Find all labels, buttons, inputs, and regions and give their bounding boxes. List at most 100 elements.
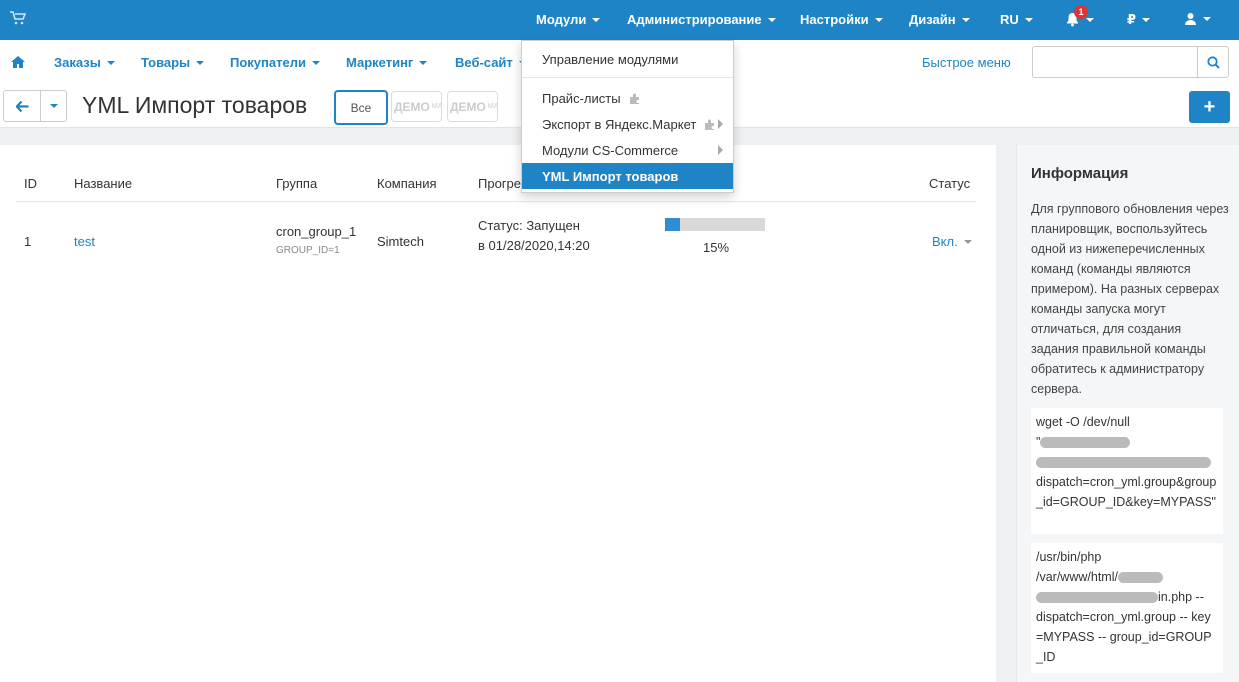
currency-selector[interactable]: ₽ <box>1127 12 1151 28</box>
top-bar: Модули Администрирование Настройки Дизай… <box>0 0 1239 40</box>
top-menu-design-label: Дизайн <box>909 12 956 27</box>
top-menu-modules[interactable]: Модули <box>536 12 601 27</box>
redacted-url <box>1040 437 1131 449</box>
chevron-down-icon <box>963 239 972 244</box>
menu-item-yml-import[interactable]: YML Импорт товаров <box>522 163 733 189</box>
tab-demo-2-suffix: МА <box>487 103 498 110</box>
menu-item-price-lists-label: Прайс-листы <box>542 90 621 106</box>
row-group-id: GROUP_ID=1 <box>276 245 340 256</box>
nav-marketing-label: Маркетинг <box>346 55 414 70</box>
back-button[interactable] <box>3 90 41 122</box>
tab-demo-1[interactable]: ДЕМО МА <box>391 91 442 122</box>
redacted-path <box>1117 572 1163 584</box>
puzzle-icon <box>705 119 715 130</box>
search-icon <box>1206 55 1220 69</box>
quick-menu-link[interactable]: Быстрое меню <box>922 55 1011 70</box>
menu-divider <box>522 77 733 78</box>
redacted-path <box>1036 592 1158 604</box>
notifications-button[interactable]: 1 <box>1065 5 1094 27</box>
chevron-down-icon <box>196 60 205 65</box>
back-dropdown-button[interactable] <box>40 90 67 122</box>
column-header-id: ID <box>24 176 37 191</box>
row-group: cron_group_1 <box>276 224 357 239</box>
menu-item-cs-commerce-label: Модули CS-Commerce <box>542 142 679 158</box>
command-line: dispatch=cron_yml.group&group_id=GROUP_I… <box>1036 475 1217 509</box>
tab-demo-1-suffix: МА <box>431 103 442 110</box>
puzzle-icon <box>629 93 639 104</box>
chevron-down-icon <box>1203 16 1211 21</box>
info-sidebar: Информация Для группового обновления чер… <box>1016 145 1239 682</box>
table-divider <box>16 201 976 202</box>
top-menu-administration-label: Администрирование <box>627 12 762 27</box>
plus-icon: + <box>1203 95 1216 118</box>
command-line: wget -O /dev/null <box>1036 415 1130 429</box>
row-company: Simtech <box>377 234 424 249</box>
user-icon <box>1185 13 1196 25</box>
chevron-down-icon <box>592 17 601 22</box>
command-script: in.php -- <box>1158 590 1204 604</box>
chevron-down-icon <box>419 60 428 65</box>
nav-orders[interactable]: Заказы <box>54 55 115 70</box>
command-path: /var/www/html/ <box>1036 570 1118 584</box>
status-dropdown[interactable]: Вкл. <box>932 234 972 249</box>
tab-demo-2[interactable]: ДЕМО МА <box>447 91 498 122</box>
nav-orders-label: Заказы <box>54 55 101 70</box>
row-name-link[interactable]: test <box>74 234 95 249</box>
language-selector[interactable]: RU <box>1000 12 1033 27</box>
menu-item-price-lists[interactable]: Прайс-листы <box>522 85 733 111</box>
search-button[interactable] <box>1197 46 1229 78</box>
column-header-name: Название <box>74 176 133 191</box>
cart-icon[interactable] <box>10 11 26 25</box>
tab-demo-1-label: ДЕМО <box>394 99 430 114</box>
status-dropdown-label: Вкл. <box>932 234 958 249</box>
chevron-down-icon <box>106 60 115 65</box>
language-label: RU <box>1000 12 1019 27</box>
nav-website-label: Веб-сайт <box>455 55 513 70</box>
nav-products[interactable]: Товары <box>141 55 205 70</box>
command-block-wget[interactable]: wget -O /dev/null " dispatch=cron_yml.gr… <box>1031 408 1223 534</box>
chevron-down-icon <box>1024 17 1033 22</box>
chevron-down-icon <box>1142 18 1151 22</box>
chevron-down-icon <box>961 17 970 22</box>
column-header-company: Компания <box>377 176 437 191</box>
command-line: /var/www/html/ <box>1036 567 1218 587</box>
menu-item-cs-commerce-modules[interactable]: Модули CS-Commerce <box>522 137 733 163</box>
progress-bar <box>665 218 765 231</box>
redacted-url <box>1036 457 1211 469</box>
chevron-right-icon <box>718 119 723 129</box>
chevron-down-icon <box>311 60 320 65</box>
modules-dropdown-menu: Управление модулями Прайс-листы Экспорт … <box>521 40 734 193</box>
search-input[interactable] <box>1032 46 1198 78</box>
column-header-status: Статус <box>929 176 971 191</box>
nav-products-label: Товары <box>141 55 191 70</box>
progress-label: 15% <box>703 240 730 255</box>
top-menu-modules-label: Модули <box>536 12 587 27</box>
user-menu[interactable] <box>1184 12 1211 25</box>
row-status-text: Статус: Запущен <box>478 218 580 233</box>
sidebar-text: Для группового обновления через планиров… <box>1031 202 1229 396</box>
currency-label: ₽ <box>1127 12 1137 27</box>
menu-item-yandex-export[interactable]: Экспорт в Яндекс.Маркет <box>522 111 733 137</box>
menu-item-manage-modules[interactable]: Управление модулями <box>522 46 733 72</box>
chevron-down-icon <box>49 104 58 108</box>
top-menu-design[interactable]: Дизайн <box>909 12 970 27</box>
top-menu-settings-label: Настройки <box>800 12 869 27</box>
nav-customers[interactable]: Покупатели <box>230 55 320 70</box>
home-icon[interactable] <box>11 56 25 68</box>
add-button[interactable]: + <box>1189 91 1230 123</box>
command-line: " <box>1036 432 1218 452</box>
chevron-down-icon <box>1086 17 1094 22</box>
nav-marketing[interactable]: Маркетинг <box>346 55 428 70</box>
top-menu-settings[interactable]: Настройки <box>800 12 883 27</box>
tab-all[interactable]: Все <box>334 90 388 125</box>
command-block-php[interactable]: /usr/bin/php /var/www/html/ in.php -- di… <box>1031 543 1223 673</box>
menu-item-yandex-export-label: Экспорт в Яндекс.Маркет <box>542 116 697 132</box>
command-line: /usr/bin/php <box>1036 550 1102 564</box>
main-content: ID Название Группа Компания Прогре Стату… <box>0 145 996 682</box>
row-status-date: в 01/28/2020,14:20 <box>478 238 590 253</box>
nav-website[interactable]: Веб-сайт <box>455 55 527 70</box>
top-menu-administration[interactable]: Администрирование <box>627 12 776 27</box>
command-line: in.php -- <box>1036 587 1218 607</box>
arrow-left-icon <box>15 100 28 112</box>
tab-demo-2-label: ДЕМО <box>450 99 486 114</box>
